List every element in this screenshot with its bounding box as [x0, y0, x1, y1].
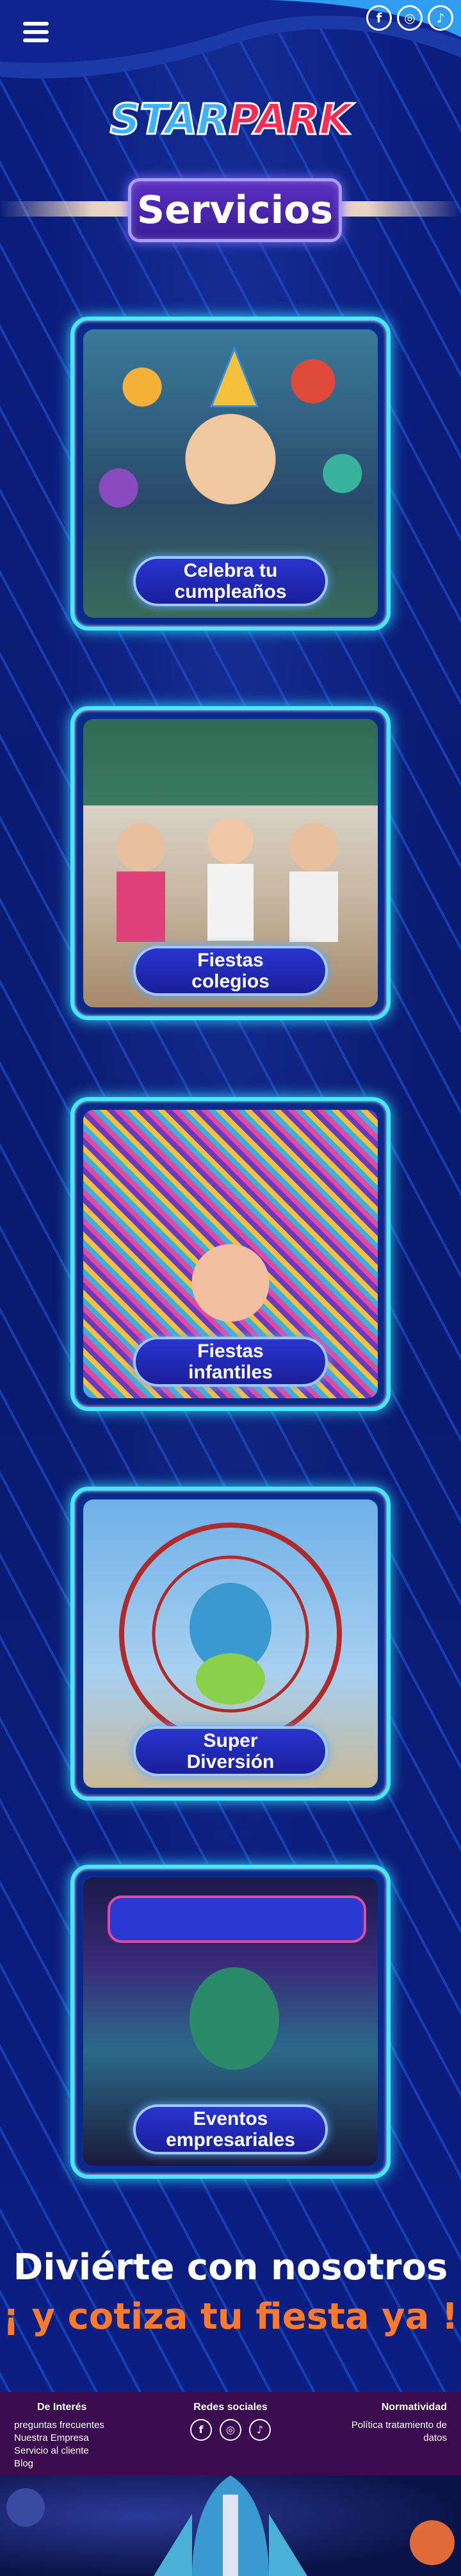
footer-link-company[interactable]: Nuestra Empresa [14, 2432, 104, 2445]
footer-social: Redes sociales f ◎ ♪ [186, 2401, 275, 2441]
logo-star: STAR [109, 94, 230, 145]
footer-legal: Normatividad Política tratamiento de dat… [338, 2401, 447, 2445]
menu-bar [23, 22, 49, 26]
space-illustration [0, 2475, 461, 2576]
footer: De Interés preguntas frecuentes Nuestra … [0, 2392, 461, 2475]
footer-social-title: Redes sociales [193, 2402, 268, 2413]
rocket-icon [154, 2475, 307, 2576]
logo-park: PARK [227, 94, 352, 145]
service-card-birthday[interactable]: Celebra tu cumpleaños [70, 317, 391, 631]
footer-link-customer-service[interactable]: Servicio al cliente [14, 2445, 104, 2457]
service-label: Super Diversión [133, 1726, 328, 1776]
service-card-school[interactable]: Fiestas colegios [70, 706, 391, 1020]
page-title-box: Servicios [128, 178, 342, 242]
footer-link-blog[interactable]: Blog [14, 2457, 104, 2470]
service-card-fair[interactable]: Super Diversión [70, 1487, 391, 1801]
menu-button[interactable] [23, 22, 49, 44]
footer-link-data-policy[interactable]: Política tratamiento de datos [338, 2419, 447, 2445]
service-label: Fiestas infantiles [133, 1337, 328, 1387]
planet-icon [6, 2488, 45, 2527]
footer-link-faq[interactable]: preguntas frecuentes [14, 2419, 104, 2432]
footer-legal-title: Normatividad [381, 2402, 447, 2413]
cta-subheadline[interactable]: ¡ y cotiza tu fiesta ya ! [0, 2296, 461, 2338]
page-title: Servicios [136, 188, 334, 233]
menu-bar [23, 38, 49, 42]
service-label: Fiestas colegios [133, 946, 328, 996]
planet-icon [410, 2520, 455, 2565]
star-park-logo[interactable]: STARPARK [0, 94, 461, 145]
service-label: Eventos empresariales [133, 2104, 328, 2154]
facebook-icon[interactable]: f [366, 5, 392, 31]
menu-bar [23, 30, 49, 34]
facebook-icon[interactable]: f [190, 2419, 212, 2441]
service-card-corporate[interactable]: Eventos empresariales [70, 1865, 391, 2179]
tiktok-icon[interactable]: ♪ [249, 2419, 271, 2441]
service-label: Celebra tu cumpleaños [133, 556, 328, 606]
tiktok-icon[interactable]: ♪ [428, 5, 453, 31]
instagram-icon[interactable]: ◎ [220, 2419, 241, 2441]
header-social-links: f ◎ ♪ [366, 5, 453, 31]
footer-interest: De Interés preguntas frecuentes Nuestra … [14, 2401, 104, 2470]
service-card-party[interactable]: Fiestas infantiles [70, 1097, 391, 1411]
footer-interest-title: De Interés [37, 2402, 87, 2413]
instagram-icon[interactable]: ◎ [397, 5, 423, 31]
cta-headline: Diviérte con nosotros [13, 2247, 448, 2288]
